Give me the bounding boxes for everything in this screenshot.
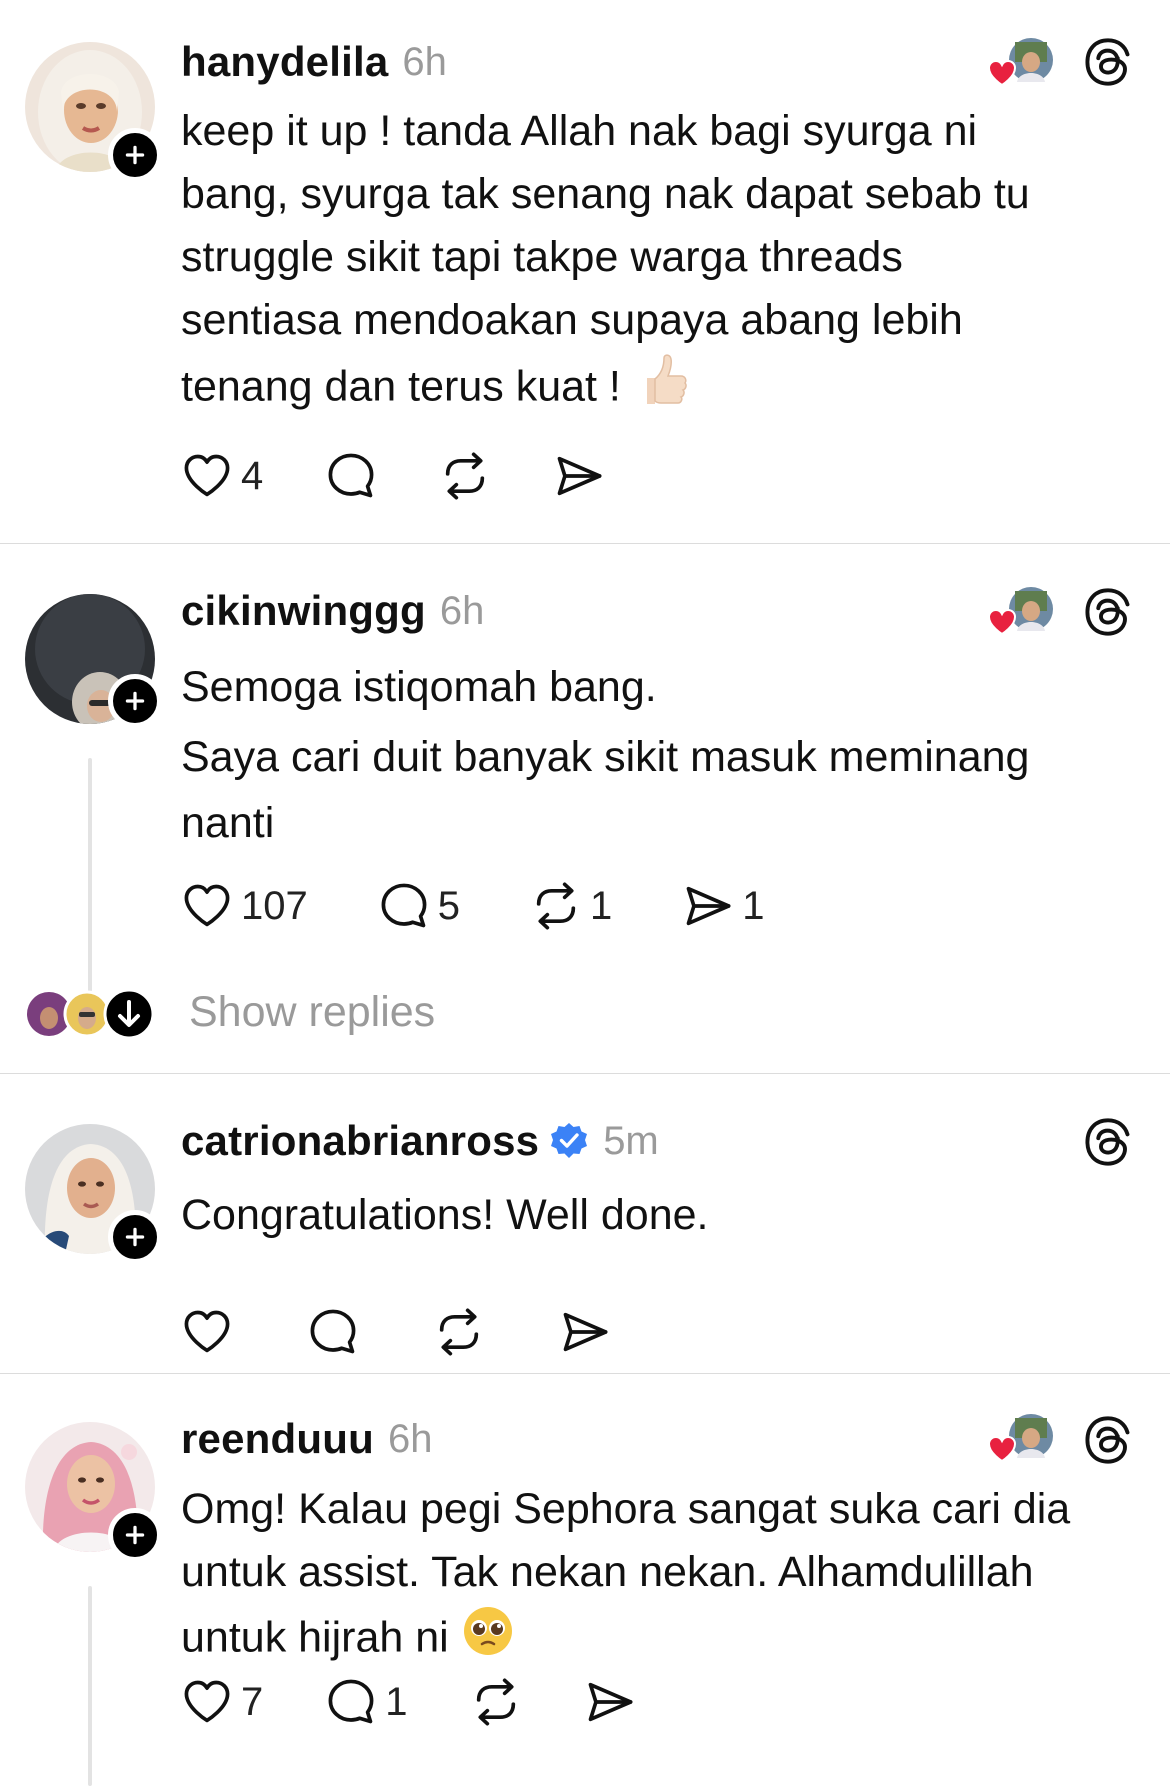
speech-bubble-icon xyxy=(378,880,430,932)
post-header: hanydelila 6h xyxy=(181,37,447,87)
post-text-line: untuk hijrah ni xyxy=(181,1613,461,1662)
threads-logo-icon[interactable] xyxy=(1082,36,1134,88)
heart-outline-icon xyxy=(181,1676,233,1728)
plus-icon xyxy=(122,688,148,714)
post-header: reenduuu 6h xyxy=(181,1414,432,1464)
post-text-line: keep it up ! tanda Allah nak bagi syurga… xyxy=(181,107,978,155)
liked-by-author-indicator xyxy=(985,38,1055,88)
like-count: 4 xyxy=(241,453,264,498)
reply-count: 1 xyxy=(385,1679,408,1724)
follow-button[interactable] xyxy=(108,1508,162,1562)
threads-logo-icon[interactable] xyxy=(1082,1414,1134,1466)
threads-logo-icon[interactable] xyxy=(1082,1116,1134,1168)
post-text-line: untuk assist. Tak nekan nekan. Alhamduli… xyxy=(181,1548,1034,1596)
share-button[interactable]: 1 xyxy=(682,880,765,932)
like-button[interactable]: 4 xyxy=(181,450,263,502)
show-replies-label[interactable]: Show replies xyxy=(189,988,435,1037)
share-count: 1 xyxy=(742,883,765,928)
share-button[interactable] xyxy=(553,450,605,502)
speech-bubble-icon xyxy=(325,1676,377,1728)
post-text-line: tenang dan terus kuat ! xyxy=(181,362,633,411)
follow-button[interactable] xyxy=(108,128,162,182)
repost-button[interactable] xyxy=(470,1676,522,1728)
post-header: catrionabrianross 5m xyxy=(181,1116,659,1166)
plus-icon xyxy=(122,142,148,168)
post-text-line: sentiasa mendoakan supaya abang lebih xyxy=(181,296,963,344)
post-time: 5m xyxy=(603,1118,659,1163)
username[interactable]: cikinwinggg xyxy=(181,587,426,635)
post-text: Omg! Kalau pegi Sephora sangat suka cari… xyxy=(181,1478,1141,1676)
post-time: 6h xyxy=(439,588,485,633)
username[interactable]: reenduuu xyxy=(181,1415,374,1463)
repost-button[interactable] xyxy=(439,450,491,502)
post-text: keep it up ! tanda Allah nak bagi syurga… xyxy=(181,100,1141,426)
follow-button[interactable] xyxy=(108,1210,162,1264)
reply-count: 5 xyxy=(437,883,460,928)
reply-button[interactable]: 5 xyxy=(378,880,460,932)
repost-button[interactable] xyxy=(433,1306,485,1358)
share-button[interactable] xyxy=(559,1306,611,1358)
liked-by-author-indicator xyxy=(985,1414,1055,1464)
plus-icon xyxy=(122,1224,148,1250)
post-text: Semoga istiqomah bang. Saya cari duit ba… xyxy=(181,654,1141,856)
speech-bubble-icon xyxy=(325,450,377,502)
send-arrow-icon xyxy=(553,450,605,502)
post-text: Congratulations! Well done. xyxy=(181,1184,1141,1247)
reply-button[interactable]: 1 xyxy=(325,1676,408,1728)
repost-arrows-icon xyxy=(530,880,582,932)
post-text-line: struggle sikit tapi takpe warga threads xyxy=(181,233,903,281)
send-arrow-icon xyxy=(584,1676,636,1728)
thread-line xyxy=(88,1586,92,1786)
repost-arrows-icon xyxy=(439,450,491,502)
show-replies-row[interactable]: Show replies xyxy=(0,984,1170,1044)
reply-button[interactable] xyxy=(307,1306,359,1358)
post-header: cikinwinggg 6h xyxy=(181,586,484,636)
username[interactable]: catrionabrianross xyxy=(181,1117,539,1165)
post-time: 6h xyxy=(387,1416,433,1461)
action-bar: 4 xyxy=(181,448,667,504)
post-text-line: Semoga istiqomah bang. xyxy=(181,663,657,711)
threads-logo-icon[interactable] xyxy=(1082,586,1134,638)
post-catrionabrianross: catrionabrianross 5m Congratulations! We… xyxy=(0,1074,1170,1372)
repost-arrows-icon xyxy=(433,1306,485,1358)
post-text-line: nanti xyxy=(181,799,275,847)
like-button[interactable] xyxy=(181,1306,233,1358)
post-cikinwinggg: cikinwinggg 6h Semoga istiqomah bang. Sa… xyxy=(0,544,1170,1072)
thread-line xyxy=(88,758,92,998)
reply-button[interactable] xyxy=(325,450,377,502)
share-button[interactable] xyxy=(584,1676,636,1728)
thumbs-up-emoji xyxy=(633,352,689,426)
like-count: 107 xyxy=(241,883,308,928)
action-bar: 7 1 xyxy=(181,1674,698,1730)
like-button[interactable]: 107 xyxy=(181,880,308,932)
heart-outline-icon xyxy=(181,880,233,932)
like-button[interactable]: 7 xyxy=(181,1676,263,1728)
post-text-line: Saya cari duit banyak sikit masuk memina… xyxy=(181,733,1030,781)
follow-button[interactable] xyxy=(108,674,162,728)
heart-outline-icon xyxy=(181,450,233,502)
repost-count: 1 xyxy=(590,883,613,928)
like-count: 7 xyxy=(241,1679,264,1724)
plus-icon xyxy=(122,1522,148,1548)
pleading-face-emoji xyxy=(461,1604,515,1676)
repost-button[interactable]: 1 xyxy=(530,880,612,932)
verified-badge-icon xyxy=(549,1121,589,1161)
repost-arrows-icon xyxy=(470,1676,522,1728)
heart-outline-icon xyxy=(181,1306,233,1358)
action-bar xyxy=(181,1304,673,1360)
post-reenduuu: reenduuu 6h Omg! Kalau pegi Sephora sang… xyxy=(0,1374,1170,1786)
reply-avatars xyxy=(25,984,155,1044)
send-arrow-icon xyxy=(682,880,734,932)
send-arrow-icon xyxy=(559,1306,611,1358)
post-hanydelila: hanydelila 6h keep it up ! tanda Allah n… xyxy=(0,0,1170,542)
post-text-line: Omg! Kalau pegi Sephora sangat suka cari… xyxy=(181,1485,1071,1533)
liked-by-author-indicator xyxy=(985,587,1055,637)
post-text-line: bang, syurga tak senang nak dapat sebab … xyxy=(181,170,1030,218)
username[interactable]: hanydelila xyxy=(181,38,388,86)
post-text-line: Congratulations! Well done. xyxy=(181,1191,709,1239)
action-bar: 107 5 1 1 xyxy=(181,878,827,934)
post-time: 6h xyxy=(402,39,447,84)
speech-bubble-icon xyxy=(307,1306,359,1358)
